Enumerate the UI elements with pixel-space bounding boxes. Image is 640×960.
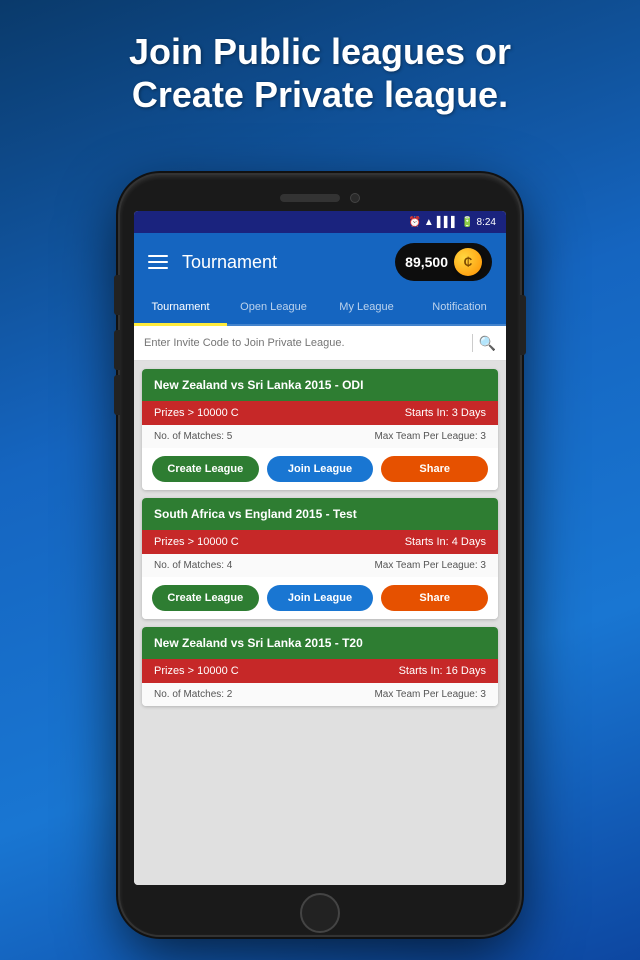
league-card-2: South Africa vs England 2015 - Test Priz… bbox=[142, 498, 498, 619]
phone-bottom-bar bbox=[134, 893, 506, 933]
league-card-1-prize-row: Prizes > 10000 C Starts In: 3 Days bbox=[142, 401, 498, 425]
league-card-1-starts-in: Starts In: 3 Days bbox=[405, 407, 486, 419]
coin-badge[interactable]: 89,500 ₵ bbox=[395, 243, 492, 281]
clock-display: 8:24 bbox=[477, 217, 496, 228]
league-card-1-info-row: No. of Matches: 5 Max Team Per League: 3 bbox=[142, 425, 498, 448]
app-bar-left: Tournament bbox=[148, 252, 277, 273]
app-title: Tournament bbox=[182, 252, 277, 273]
hamburger-line3 bbox=[148, 267, 168, 269]
phone-screen: ⏰ ▲ ▌▌▌ 🔋 8:24 Tournament bbox=[134, 211, 506, 885]
league-card-3-info-row: No. of Matches: 2 Max Team Per League: 3 bbox=[142, 683, 498, 706]
league-card-3-max-team: Max Team Per League: 3 bbox=[374, 689, 486, 700]
battery-icon: 🔋 bbox=[461, 217, 473, 228]
league-card-1: New Zealand vs Sri Lanka 2015 - ODI Priz… bbox=[142, 369, 498, 490]
league-card-2-prize: Prizes > 10000 C bbox=[154, 536, 239, 548]
tab-notification-label: Notification bbox=[432, 301, 486, 313]
league-card-2-prize-row: Prizes > 10000 C Starts In: 4 Days bbox=[142, 530, 498, 554]
league-card-3-prize-row: Prizes > 10000 C Starts In: 16 Days bbox=[142, 659, 498, 683]
status-bar: ⏰ ▲ ▌▌▌ 🔋 8:24 bbox=[134, 211, 506, 233]
league-card-1-prize: Prizes > 10000 C bbox=[154, 407, 239, 419]
wifi-icon: ▲ bbox=[424, 217, 434, 228]
search-bar: 🔍 bbox=[134, 326, 506, 361]
speaker-grille bbox=[280, 194, 340, 202]
header-line2: Create Private league. bbox=[132, 74, 508, 115]
app-bar: Tournament 89,500 ₵ bbox=[134, 233, 506, 291]
league-card-2-starts-in: Starts In: 4 Days bbox=[405, 536, 486, 548]
league-card-2-actions: Create League Join League Share bbox=[142, 577, 498, 619]
league-card-2-max-team: Max Team Per League: 3 bbox=[374, 560, 486, 571]
league-card-1-title: New Zealand vs Sri Lanka 2015 - ODI bbox=[142, 369, 498, 401]
phone-top-bar bbox=[134, 193, 506, 203]
tab-my-league-label: My League bbox=[339, 301, 393, 313]
league-card-3-matches: No. of Matches: 2 bbox=[154, 689, 232, 700]
tab-my-league[interactable]: My League bbox=[320, 291, 413, 326]
tab-tournament-label: Tournament bbox=[151, 301, 209, 313]
leagues-list: New Zealand vs Sri Lanka 2015 - ODI Priz… bbox=[134, 361, 506, 885]
search-icon[interactable]: 🔍 bbox=[479, 335, 496, 352]
status-icons: ⏰ ▲ ▌▌▌ 🔋 8:24 bbox=[408, 217, 496, 228]
league-card-3-starts-in: Starts In: 16 Days bbox=[399, 665, 486, 677]
tab-bar: Tournament Open League My League Notific… bbox=[134, 291, 506, 326]
invite-code-input[interactable] bbox=[144, 337, 466, 349]
join-league-btn-1[interactable]: Join League bbox=[267, 456, 374, 482]
coin-icon: ₵ bbox=[454, 248, 482, 276]
phone-body: ⏰ ▲ ▌▌▌ 🔋 8:24 Tournament bbox=[120, 175, 520, 935]
home-button[interactable] bbox=[300, 893, 340, 933]
create-league-btn-2[interactable]: Create League bbox=[152, 585, 259, 611]
share-btn-2[interactable]: Share bbox=[381, 585, 488, 611]
tab-open-league[interactable]: Open League bbox=[227, 291, 320, 326]
league-card-3: New Zealand vs Sri Lanka 2015 - T20 Priz… bbox=[142, 627, 498, 706]
join-league-btn-2[interactable]: Join League bbox=[267, 585, 374, 611]
create-league-btn-1[interactable]: Create League bbox=[152, 456, 259, 482]
search-divider bbox=[472, 334, 473, 352]
hamburger-line1 bbox=[148, 255, 168, 257]
league-card-2-title: South Africa vs England 2015 - Test bbox=[142, 498, 498, 530]
league-card-1-actions: Create League Join League Share bbox=[142, 448, 498, 490]
hamburger-menu[interactable] bbox=[148, 255, 168, 269]
league-card-1-max-team: Max Team Per League: 3 bbox=[374, 431, 486, 442]
tab-open-league-label: Open League bbox=[240, 301, 307, 313]
phone-device: ⏰ ▲ ▌▌▌ 🔋 8:24 Tournament bbox=[120, 175, 520, 935]
alarm-icon: ⏰ bbox=[408, 217, 420, 228]
hamburger-line2 bbox=[148, 261, 168, 263]
header-line1: Join Public leagues or bbox=[129, 31, 511, 72]
promo-header: Join Public leagues or Create Private le… bbox=[0, 20, 640, 126]
front-camera bbox=[350, 193, 360, 203]
coin-amount: 89,500 bbox=[405, 254, 448, 270]
tab-notification[interactable]: Notification bbox=[413, 291, 506, 326]
league-card-2-info-row: No. of Matches: 4 Max Team Per League: 3 bbox=[142, 554, 498, 577]
league-card-3-title: New Zealand vs Sri Lanka 2015 - T20 bbox=[142, 627, 498, 659]
league-card-3-prize: Prizes > 10000 C bbox=[154, 665, 239, 677]
share-btn-1[interactable]: Share bbox=[381, 456, 488, 482]
league-card-1-matches: No. of Matches: 5 bbox=[154, 431, 232, 442]
tab-tournament[interactable]: Tournament bbox=[134, 291, 227, 326]
league-card-2-matches: No. of Matches: 4 bbox=[154, 560, 232, 571]
signal-icon: ▌▌▌ bbox=[437, 217, 458, 228]
